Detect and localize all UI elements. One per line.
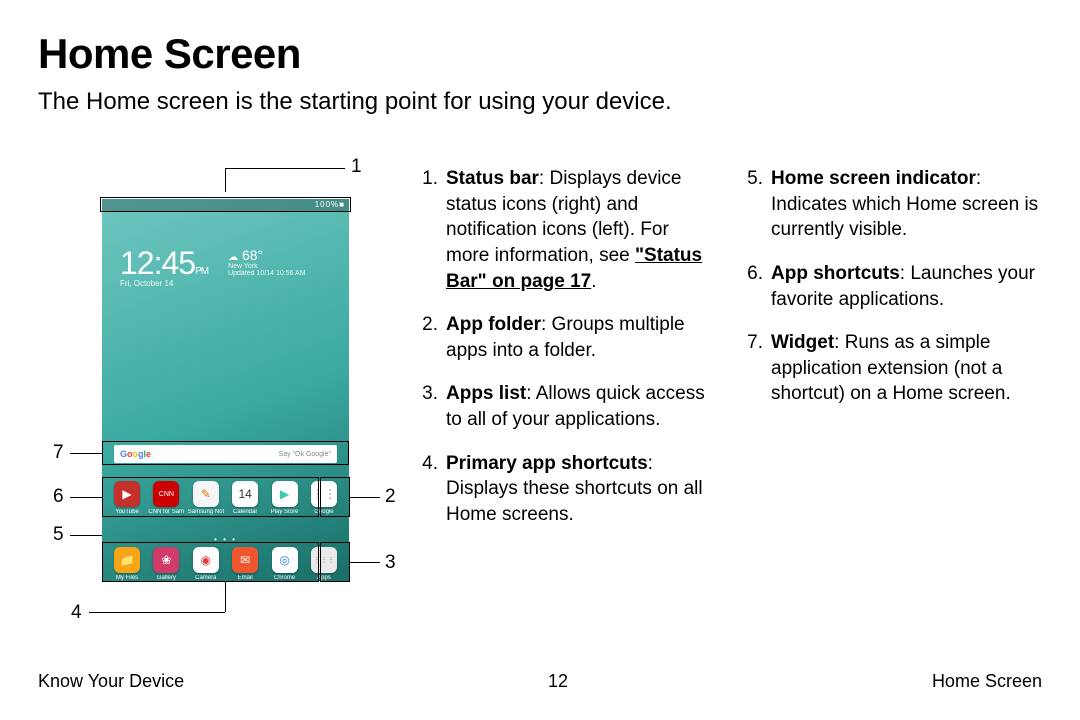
- item-text: Widget: Runs as a simple application ext…: [771, 330, 1042, 407]
- callout-number-6: 6: [53, 486, 64, 508]
- status-icons-right: 100%■: [315, 200, 345, 209]
- app-tile: CNN: [153, 481, 179, 507]
- app-icon: ❀ Gallery: [149, 547, 183, 581]
- app-tile: ❀: [153, 547, 179, 573]
- description-item: 2.App folder: Groups multiple apps into …: [420, 312, 717, 363]
- item-text: App folder: Groups multiple apps into a …: [446, 312, 717, 363]
- footer-page-number: 12: [548, 671, 568, 692]
- app-tile: ▶: [272, 481, 298, 507]
- app-label: Camera: [195, 575, 216, 581]
- app-tile: ◉: [193, 547, 219, 573]
- item-number: 7.: [745, 330, 763, 407]
- description-column-1: 1.Status bar: Displays device status ico…: [420, 166, 717, 546]
- item-text: Status bar: Displays device status icons…: [446, 166, 717, 294]
- cross-reference-link[interactable]: "Status Bar" on page 17: [446, 245, 702, 292]
- app-tile: ⋮⋮: [311, 481, 337, 507]
- app-icon: ⋮⋮⋮ Apps: [307, 547, 341, 581]
- callout-number-2: 2: [385, 486, 396, 508]
- description-item: 7.Widget: Runs as a simple application e…: [745, 330, 1042, 407]
- item-text: App shortcuts: Launches your favorite ap…: [771, 261, 1042, 312]
- app-label: My Files: [116, 575, 138, 581]
- app-label: Calendar: [233, 509, 257, 515]
- footer-topic-name: Home Screen: [932, 671, 1042, 692]
- item-number: 3.: [420, 381, 438, 432]
- description-item: 5.Home screen indicator: Indicates which…: [745, 166, 1042, 243]
- app-tile: ⋮⋮⋮: [311, 547, 337, 573]
- callout-number-5: 5: [53, 524, 64, 546]
- app-tile: ✉: [232, 547, 258, 573]
- clock-date: Fri, October 14: [120, 279, 208, 288]
- search-hint: Say "Ok Google": [279, 451, 331, 458]
- callout-number-7: 7: [53, 442, 64, 464]
- app-label: Gallery: [157, 575, 176, 581]
- callout-number-4: 4: [71, 602, 82, 624]
- app-icon: 14 Calendar: [228, 481, 262, 515]
- description-item: 4.Primary app shortcuts: Displays these …: [420, 451, 717, 528]
- callout-number-3: 3: [385, 552, 396, 574]
- page-indicator-dots: • • •: [102, 535, 349, 544]
- item-number: 2.: [420, 312, 438, 363]
- description-item: 1.Status bar: Displays device status ico…: [420, 166, 717, 294]
- app-label: Apps: [317, 575, 331, 581]
- weather-widget: ☁ 68° New York Updated 10/14 10:56 AM: [228, 247, 305, 277]
- app-tile: 📁: [114, 547, 140, 573]
- app-icon: ▶ Play Store: [268, 481, 302, 515]
- app-tile: ▶: [114, 481, 140, 507]
- app-icon: 📁 My Files: [110, 547, 144, 581]
- item-text: Apps list: Allows quick access to all of…: [446, 381, 717, 432]
- item-text: Home screen indicator: Indicates which H…: [771, 166, 1042, 243]
- clock-time: 12:45PM: [120, 247, 208, 279]
- app-label: Play Store: [271, 509, 299, 515]
- page-subtitle: The Home screen is the starting point fo…: [38, 88, 672, 116]
- app-label: Email: [238, 575, 253, 581]
- description-item: 3.Apps list: Allows quick access to all …: [420, 381, 717, 432]
- google-search-widget: Google Say "Ok Google": [114, 445, 337, 463]
- app-label: Chrome: [274, 575, 295, 581]
- app-icon: CNN CNN for Samsung: [149, 481, 183, 515]
- app-icon: ✉ Email: [228, 547, 262, 581]
- app-icon: ▶ YouTube: [110, 481, 144, 515]
- app-icon: ⋮⋮ Google: [307, 481, 341, 515]
- app-label: Google: [314, 509, 333, 515]
- app-tile: ◎: [272, 547, 298, 573]
- item-text: Primary app shortcuts: Displays these sh…: [446, 451, 717, 528]
- item-number: 4.: [420, 451, 438, 528]
- status-bar-area: 100%■: [102, 199, 349, 211]
- description-item: 6.App shortcuts: Launches your favorite …: [745, 261, 1042, 312]
- app-label: Samsung Notes: [188, 509, 224, 515]
- google-logo-icon: Google: [120, 449, 151, 459]
- item-number: 6.: [745, 261, 763, 312]
- app-icon: ◉ Camera: [189, 547, 223, 581]
- item-number: 5.: [745, 166, 763, 243]
- item-number: 1.: [420, 166, 438, 294]
- description-column-2: 5.Home screen indicator: Indicates which…: [745, 166, 1042, 546]
- page-footer: Know Your Device 12 Home Screen: [38, 671, 1042, 692]
- footer-section-name: Know Your Device: [38, 671, 184, 692]
- device-illustration: 100%■ 12:45PM Fri, October 14 ☁ 68° New …: [95, 192, 356, 588]
- callout-number-1: 1: [351, 156, 362, 178]
- app-icon: ✎ Samsung Notes: [189, 481, 223, 515]
- app-tile: ✎: [193, 481, 219, 507]
- app-tile: 14: [232, 481, 258, 507]
- page-title: Home Screen: [38, 30, 301, 78]
- app-label: YouTube: [115, 509, 139, 515]
- app-icon: ◎ Chrome: [268, 547, 302, 581]
- app-label: CNN for Samsung: [148, 509, 184, 515]
